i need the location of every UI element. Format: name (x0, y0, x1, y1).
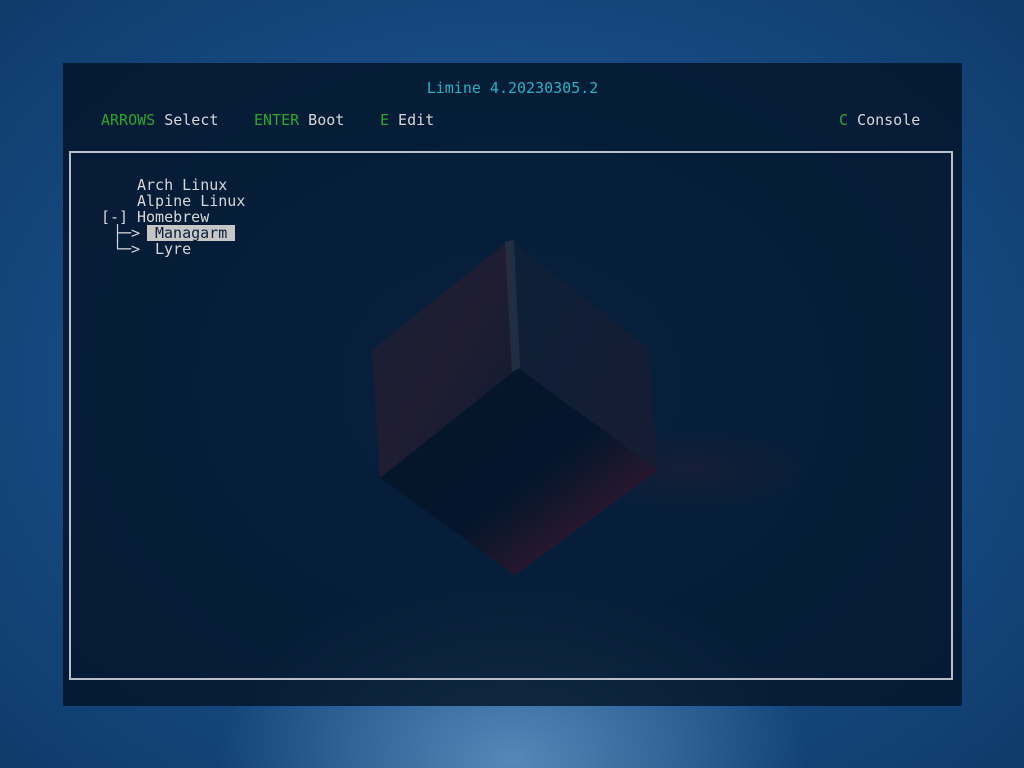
bootloader-title: Limine 4.20230305.2 (426, 79, 599, 97)
hint-e-edit: E Edit (380, 111, 434, 129)
menu-entry-lyre[interactable]: Lyre (155, 241, 191, 257)
menu-entry-homebrew-toggle[interactable]: [-] (101, 209, 128, 225)
menu-entry-alpine-linux[interactable]: Alpine Linux (137, 193, 245, 209)
hint-key-e: E (380, 111, 390, 129)
hint-label-edit: Edit (389, 111, 435, 129)
bootloader-screen: Limine 4.20230305.2 ARROWS Select ENTER … (63, 63, 962, 706)
tree-connector-lyre: └─> (113, 240, 141, 258)
hint-key-c: C (839, 111, 849, 129)
hint-c-console: C Console (839, 111, 920, 129)
hint-label-boot: Boot (299, 111, 345, 129)
hint-key-arrows: ARROWS (101, 111, 156, 129)
hint-arrows-select: ARROWS Select (101, 111, 218, 129)
menu-entry-managarm[interactable]: Managarm (147, 225, 236, 241)
hint-enter-boot: ENTER Boot (254, 111, 344, 129)
hint-label-console: Console (848, 111, 921, 129)
menu-entry-homebrew[interactable]: Homebrew (137, 209, 209, 225)
tree-connector-managarm: ├─> (113, 224, 141, 242)
hint-label-select: Select (155, 111, 219, 129)
menu-entry-arch-linux[interactable]: Arch Linux (137, 177, 227, 193)
hint-key-enter: ENTER (254, 111, 300, 129)
boot-menu-box: Arch Linux Alpine Linux [-] Homebrew ├─>… (69, 151, 953, 680)
